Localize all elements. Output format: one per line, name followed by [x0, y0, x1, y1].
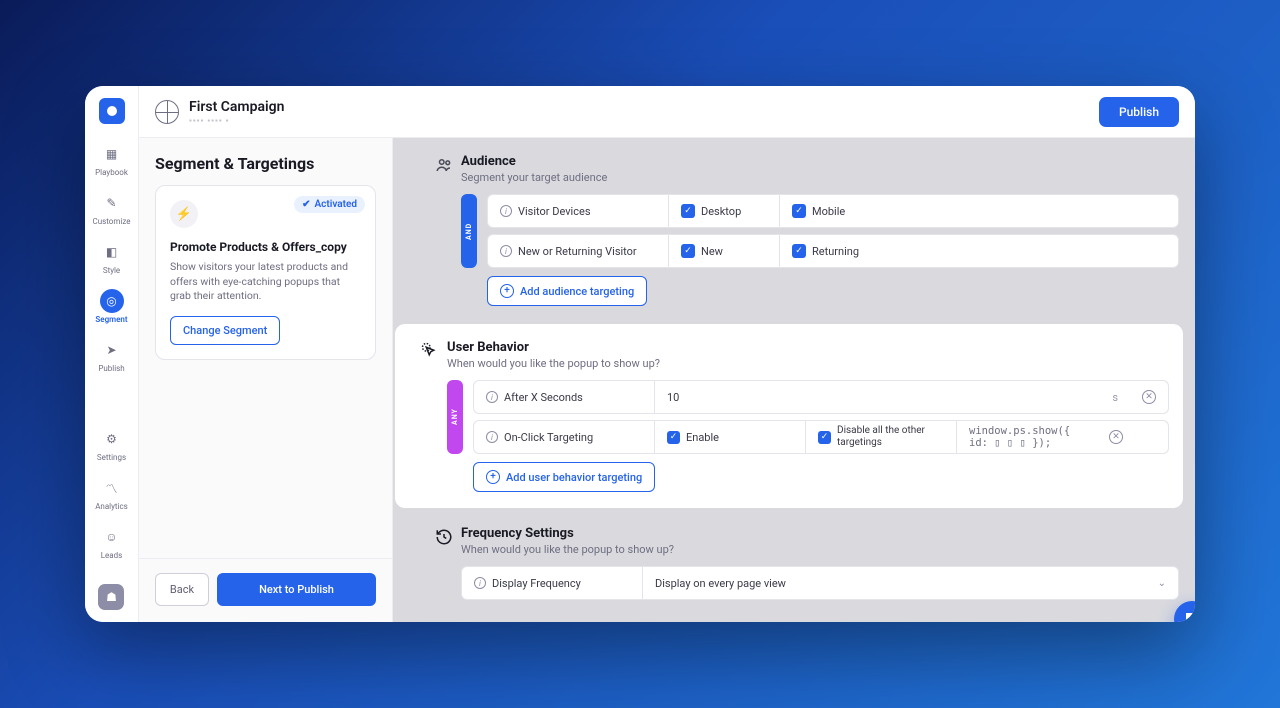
- info-icon[interactable]: i: [500, 205, 512, 217]
- rail-item-segment[interactable]: ◎ Segment: [95, 289, 127, 324]
- segment-card: ✔ Activated ⚡ Promote Products & Offers_…: [155, 185, 376, 360]
- rail-item-style[interactable]: ◧ Style: [100, 240, 124, 275]
- rail-label: Leads: [101, 551, 123, 560]
- badge-text: Activated: [314, 199, 357, 210]
- rail-label: Customize: [93, 217, 131, 226]
- rail-label: Settings: [97, 453, 126, 462]
- chevron-down-icon: ⌄: [1158, 578, 1166, 589]
- nav-rail: ▦ Playbook ✎ Customize ◧ Style ◎ Segment…: [85, 86, 139, 622]
- audience-title: Audience: [461, 154, 1179, 169]
- checkbox-new[interactable]: [681, 244, 695, 258]
- select-value: Display on every page view: [655, 577, 786, 590]
- user-behavior-section: User Behavior When would you like the po…: [395, 324, 1183, 508]
- side-panel: Segment & Targetings ✔ Activated ⚡ Promo…: [139, 86, 393, 622]
- rail-item-customize[interactable]: ✎ Customize: [93, 191, 131, 226]
- row-label: Display Frequency: [492, 577, 581, 590]
- audience-subtitle: Segment your target audience: [461, 171, 1179, 184]
- info-icon[interactable]: i: [500, 245, 512, 257]
- behavior-title: User Behavior: [447, 340, 1169, 355]
- add-btn-label: Add audience targeting: [520, 285, 634, 298]
- frequency-title: Frequency Settings: [461, 526, 1179, 541]
- add-audience-targeting-button[interactable]: + Add audience targeting: [487, 276, 647, 306]
- segment-description: Show visitors your latest products and o…: [170, 260, 361, 304]
- people-icon: ☺: [99, 525, 123, 549]
- content-scroll[interactable]: Audience Segment your target audience AN…: [393, 138, 1195, 622]
- target-icon: ◎: [100, 289, 124, 313]
- palette-icon: ◧: [100, 240, 124, 264]
- opt-label: Mobile: [812, 205, 845, 218]
- checkbox-desktop[interactable]: [681, 204, 695, 218]
- side-title: Segment & Targetings: [155, 154, 376, 173]
- behavior-subtitle: When would you like the popup to show up…: [447, 357, 1169, 370]
- on-click-targeting-row: i On-Click Targeting Enable Disable all t…: [473, 420, 1169, 454]
- rail-item-leads[interactable]: ☺ Leads: [99, 525, 123, 560]
- rail-item-playbook[interactable]: ▦ Playbook: [95, 142, 128, 177]
- info-icon[interactable]: i: [486, 391, 498, 403]
- check-circle-icon: ✔: [302, 199, 310, 210]
- and-chip: AND: [461, 194, 477, 268]
- frequency-subtitle: When would you like the popup to show up…: [461, 543, 1179, 556]
- grid-icon: ▦: [100, 142, 124, 166]
- checkbox-disable-others[interactable]: [818, 431, 831, 444]
- checkbox-enable[interactable]: [667, 431, 680, 444]
- change-segment-button[interactable]: Change Segment: [170, 316, 280, 345]
- row-label: New or Returning Visitor: [518, 245, 637, 258]
- audience-row-devices: i Visitor Devices Desktop Mobile: [487, 194, 1179, 228]
- add-behavior-targeting-button[interactable]: + Add user behavior targeting: [473, 462, 655, 492]
- info-icon[interactable]: i: [474, 577, 486, 589]
- plus-circle-icon: +: [500, 284, 514, 298]
- send-icon: ➤: [100, 338, 124, 362]
- seconds-unit: s: [1112, 391, 1118, 404]
- activated-badge: ✔ Activated: [294, 196, 365, 213]
- pencil-icon: ✎: [100, 191, 124, 215]
- code-snippet[interactable]: window.ps.show({ id: ▯ ▯ ▯ });: [957, 421, 1097, 453]
- row-label: Visitor Devices: [518, 205, 591, 218]
- cursor-click-icon: [413, 340, 447, 492]
- remove-row-button[interactable]: ✕: [1142, 390, 1156, 404]
- chart-icon: 〽: [99, 476, 123, 500]
- audience-icon: [427, 154, 461, 306]
- checkbox-mobile[interactable]: [792, 204, 806, 218]
- display-frequency-row[interactable]: i Display Frequency Display on every page…: [461, 566, 1179, 600]
- back-button[interactable]: Back: [155, 573, 209, 606]
- gear-icon: ⚙: [99, 427, 123, 451]
- rail-item-analytics[interactable]: 〽 Analytics: [95, 476, 128, 511]
- app-window: ▦ Playbook ✎ Customize ◧ Style ◎ Segment…: [85, 86, 1195, 622]
- opt-label: Disable all the other targetings: [837, 425, 944, 449]
- row-label: On-Click Targeting: [504, 431, 593, 444]
- top-bar: First Campaign ▪▪▪▪ ▪▪▪▪ ▪ Publish: [393, 86, 1195, 138]
- bolt-icon: ⚡: [170, 200, 198, 228]
- rail-label: Publish: [98, 364, 124, 373]
- next-to-publish-button[interactable]: Next to Publish: [217, 573, 376, 606]
- segment-name: Promote Products & Offers_copy: [170, 240, 361, 254]
- rail-label: Segment: [95, 315, 127, 324]
- opt-label: Desktop: [701, 205, 741, 218]
- rail-item-settings[interactable]: ⚙ Settings: [97, 427, 126, 462]
- audience-row-newreturning: i New or Returning Visitor New Returning: [487, 234, 1179, 268]
- history-icon: [427, 526, 461, 600]
- main-area: First Campaign ▪▪▪▪ ▪▪▪▪ ▪ Publish Audie…: [393, 86, 1195, 622]
- add-btn-label: Add user behavior targeting: [506, 471, 642, 484]
- opt-label: New: [701, 245, 723, 258]
- row-label: After X Seconds: [504, 391, 583, 404]
- remove-row-button[interactable]: ✕: [1109, 430, 1123, 444]
- briefcase-button[interactable]: ☗: [98, 584, 124, 610]
- plus-circle-icon: +: [486, 470, 500, 484]
- publish-button[interactable]: Publish: [1099, 97, 1179, 127]
- chat-launcher[interactable]: 1: [1174, 601, 1195, 622]
- info-icon[interactable]: i: [486, 431, 498, 443]
- rail-label: Playbook: [95, 168, 128, 177]
- frequency-section: Frequency Settings When would you like t…: [409, 526, 1179, 600]
- any-chip: ANY: [447, 380, 463, 454]
- opt-label: Enable: [686, 431, 719, 444]
- app-logo[interactable]: [99, 98, 125, 124]
- rail-item-publish[interactable]: ➤ Publish: [98, 338, 124, 373]
- opt-label: Returning: [812, 245, 859, 258]
- checkbox-returning[interactable]: [792, 244, 806, 258]
- rail-label: Analytics: [95, 502, 128, 511]
- rail-label: Style: [103, 266, 120, 275]
- audience-section: Audience Segment your target audience AN…: [409, 154, 1179, 306]
- after-seconds-input[interactable]: [667, 391, 1112, 404]
- after-seconds-row: i After X Seconds s ✕: [473, 380, 1169, 414]
